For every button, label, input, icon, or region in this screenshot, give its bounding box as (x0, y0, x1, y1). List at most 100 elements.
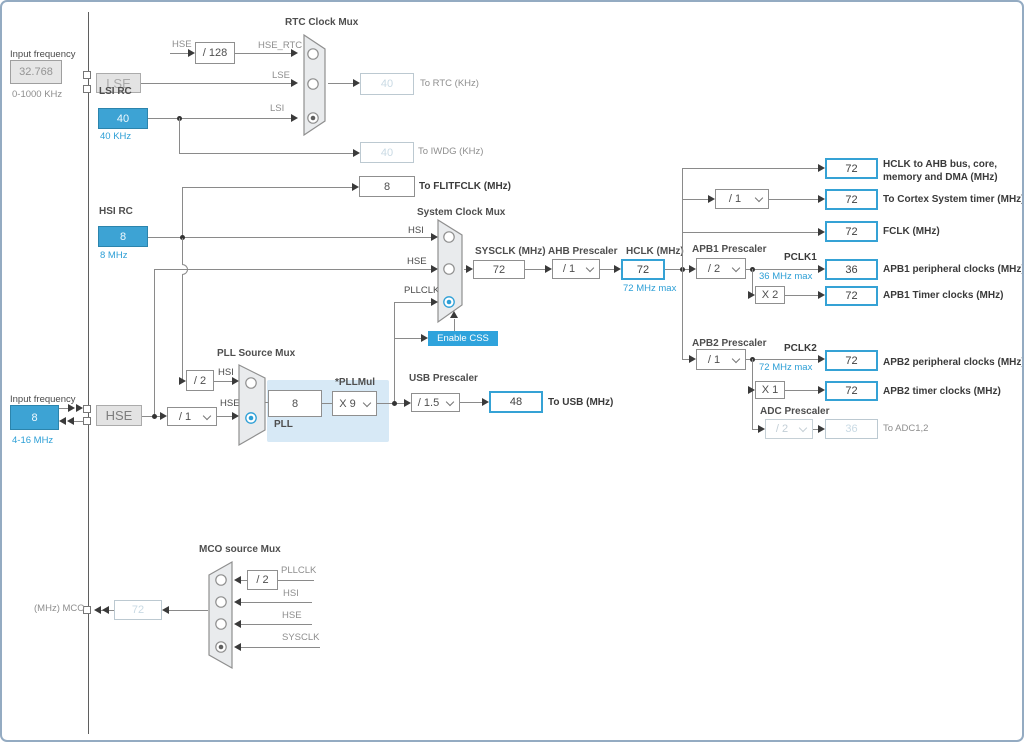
main-clock-rail (88, 12, 89, 734)
arrow (352, 183, 359, 191)
lse-input-range-label: 0-1000 KHz (12, 89, 63, 100)
wire (682, 232, 818, 233)
lse-connector-square-top (83, 71, 91, 79)
sysclk-value-box: 72 (473, 260, 525, 279)
pclk2-max-label: 72 MHz max (759, 362, 813, 373)
wire (182, 238, 183, 264)
hsi-frequency-label: 8 MHz (100, 250, 128, 261)
enable-css-button[interactable]: Enable CSS (428, 331, 498, 346)
wire (746, 269, 818, 270)
wire (394, 302, 395, 403)
wire (752, 359, 753, 429)
mco-pllclk-divider: / 2 (247, 570, 278, 590)
wire (460, 402, 482, 403)
sys-mux-radio-hse[interactable] (443, 263, 455, 275)
wire (179, 118, 180, 153)
mco-value-box: 72 (114, 600, 162, 620)
arrow (291, 114, 298, 122)
fclk-label: FCLK (MHz) (883, 226, 940, 237)
adc-prescaler-value: / 2 (775, 423, 789, 435)
to-rtc-label: To RTC (KHz) (420, 78, 479, 89)
arrow (353, 149, 360, 157)
system-clock-mux[interactable] (436, 218, 464, 324)
fclk-value-box: 72 (825, 221, 878, 242)
pllmul-dropdown[interactable]: X 9 (332, 391, 377, 416)
hse-connector-square-bottom (83, 417, 91, 425)
chevron-down-icon (362, 398, 372, 407)
pll-label: PLL (274, 419, 293, 430)
sys-mux-radio-hsi[interactable] (443, 231, 455, 243)
arrow (188, 49, 195, 57)
apb2-peripheral-label: APB2 peripheral clocks (MHz) (883, 357, 1024, 368)
mco-mux-radio-hse[interactable] (215, 618, 227, 630)
wire (214, 381, 232, 382)
apb2-timer-value-box: 72 (825, 381, 878, 401)
arrow (545, 265, 552, 273)
rtc-mux-radio-lse[interactable] (307, 78, 319, 90)
apb1-prescaler-title: APB1 Prescaler (692, 244, 767, 255)
wire (746, 359, 818, 360)
arrow (59, 417, 66, 425)
arrow (291, 49, 298, 57)
arrow (179, 377, 186, 385)
wire (235, 53, 291, 54)
pllmul-label: *PLLMul (335, 377, 375, 388)
hse-input-frequency-field[interactable]: 8 (10, 405, 59, 430)
pll-source-mux[interactable] (237, 363, 267, 447)
apb2-timer-label: APB2 timer clocks (MHz) (883, 386, 1001, 397)
sys-hse-wire-label: HSE (407, 256, 427, 267)
usb-prescaler-value: / 1.5 (417, 396, 440, 409)
cortex-prescaler-dropdown[interactable]: / 1 (715, 189, 769, 209)
wire (169, 610, 208, 611)
lse-input-frequency-field[interactable]: 32.768 (10, 60, 62, 84)
usb-prescaler-dropdown[interactable]: / 1.5 (411, 393, 460, 412)
mco-mux-radio-pllclk[interactable] (215, 574, 227, 586)
wire (682, 168, 818, 169)
hclk-value-box[interactable]: 72 (621, 259, 665, 280)
rtc-mux-radio-hse-rtc[interactable] (307, 48, 319, 60)
lse-wire-label: LSE (272, 70, 290, 81)
rtc-mux-title: RTC Clock Mux (285, 17, 359, 28)
sys-mux-radio-pllclk-selected (446, 299, 452, 305)
chevron-down-icon (731, 354, 741, 363)
hse-oscillator-box: HSE (96, 405, 142, 426)
arrow (818, 228, 825, 236)
lsi-frequency-label: 40 KHz (100, 131, 132, 142)
mco-source-mux[interactable] (207, 560, 234, 670)
mco-sysclk-wire-label: SYSCLK (282, 632, 320, 643)
apb2-peripheral-value-box: 72 (825, 350, 878, 371)
apb2-prescaler-dropdown[interactable]: / 1 (696, 349, 746, 370)
system-mux-title: System Clock Mux (417, 207, 506, 218)
lsi-value-box: 40 (98, 108, 148, 129)
wire (322, 403, 332, 404)
sysclk-label: SYSCLK (MHz) (475, 246, 546, 257)
arrow (234, 576, 241, 584)
apb1-prescaler-dropdown[interactable]: / 2 (696, 258, 746, 279)
lse-input-frequency-label: Input frequency (10, 49, 76, 60)
junction-dot (152, 414, 157, 419)
chevron-down-icon (202, 411, 212, 420)
mco-mux-radio-hsi[interactable] (215, 596, 227, 608)
arrow (234, 620, 241, 628)
arrow (818, 265, 825, 273)
lsi-wire-label: LSI (270, 103, 285, 114)
hse-divider-dropdown[interactable]: / 1 (167, 407, 217, 426)
wire (148, 237, 431, 238)
ahb-prescaler-title: AHB Prescaler (548, 246, 618, 257)
wire (179, 153, 353, 154)
rtc-hse-divider: / 128 (195, 42, 235, 64)
apb1-timer-value-box: 72 (825, 286, 878, 306)
to-flitfclk-value-box: 8 (359, 176, 415, 197)
arrow (818, 164, 825, 172)
junction-dot (392, 401, 397, 406)
ahb-prescaler-value: / 1 (562, 263, 576, 275)
usb-value-box: 48 (489, 391, 543, 413)
wire (241, 624, 312, 625)
arrow (162, 606, 169, 614)
arrow (614, 265, 621, 273)
adc-label: To ADC1,2 (883, 423, 929, 434)
rtc-clock-mux[interactable] (302, 33, 328, 137)
pll-mux-radio-hse-selected (248, 415, 254, 421)
ahb-prescaler-dropdown[interactable]: / 1 (552, 259, 600, 279)
pll-mux-radio-hsi[interactable] (245, 377, 257, 389)
